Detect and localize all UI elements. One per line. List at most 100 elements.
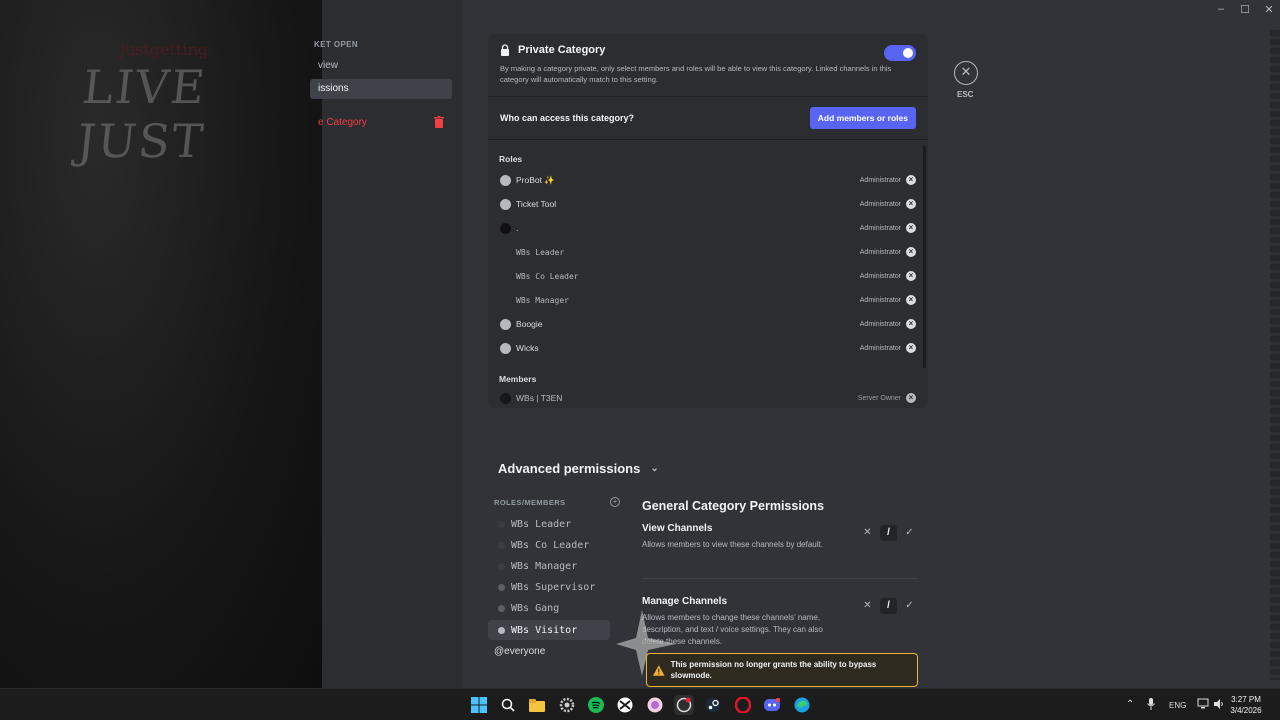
window-edge [1270,30,1280,680]
close-icon[interactable]: ✕ [954,61,978,85]
role-permission: Administrator [859,248,901,256]
role-row: WBs Leader Administrator × [488,240,928,264]
clock-time: 3:27 PM [1231,695,1261,704]
private-category-toggle[interactable] [884,45,916,61]
volume-icon[interactable] [1213,698,1225,712]
role-permission: Administrator [859,176,901,184]
slowmode-warning: This permission no longer grants the abi… [646,653,918,687]
role-name: WBs Manager [516,295,569,305]
private-category-title: Private Category [518,44,606,56]
role-row: WBs Manager Administrator × [488,288,928,312]
maximize-button[interactable]: ☐ [1237,3,1253,16]
remove-icon[interactable]: × [906,295,916,305]
language-indicator[interactable]: ENG [1169,701,1186,710]
role-list-name: WBs Leader [511,518,572,530]
app-icon[interactable] [645,695,665,715]
member-row: WBs | T3EN Server Owner × [488,388,928,408]
sidebar-item-overview[interactable]: view [310,56,452,76]
role-list-name: WBs Gang [511,602,560,614]
sidebar-item-permissions[interactable]: issions [310,79,452,99]
role-permission: Administrator [859,200,901,208]
role-row: Wicks Administrator × [488,336,928,360]
divider [642,578,918,579]
neutral-icon[interactable]: / [880,525,897,541]
role-permission: Administrator [859,320,901,328]
roles-label: Roles [499,154,523,164]
trash-icon[interactable] [434,116,444,128]
advanced-permissions-header[interactable]: Advanced permissions ⌄ [498,461,659,476]
clock[interactable]: 3:27 PM 3/4/2026 [1226,694,1266,716]
remove-icon[interactable]: × [906,393,916,403]
sidebar-header: KET OPEN [314,40,359,49]
start-icon[interactable] [469,695,489,715]
access-list-scrollbar[interactable] [923,146,926,368]
role-name: . [516,223,519,233]
deny-icon[interactable]: ✕ [859,525,876,541]
role-color-icon [500,247,511,258]
role-name: Boogie [516,319,543,329]
role-color-dot [498,626,505,634]
remove-icon[interactable]: × [906,199,916,209]
role-color-dot [498,520,505,528]
private-category-header: Private Category By making a category pr… [488,34,928,96]
role-name: Ticket Tool [516,199,557,209]
permission-manage-channels: Manage Channels Allows members to change… [642,596,918,648]
esc-label: ESC [957,90,974,99]
warning-text: This permission no longer grants the abi… [670,660,877,680]
permission-tristate: ✕ / ✓ [859,598,918,614]
edge-icon[interactable] [792,695,812,715]
remove-icon[interactable]: × [906,223,916,233]
close-window-button[interactable]: ✕ [1261,3,1277,16]
remove-icon[interactable]: × [906,343,916,353]
role-color-dot [498,562,505,570]
role-list-item[interactable]: WBs Co Leader [488,535,610,555]
network-icon[interactable] [1197,698,1209,712]
opera-icon[interactable] [733,695,753,715]
role-permission: Administrator [859,296,901,304]
search-icon[interactable] [498,695,518,715]
role-color-dot [498,604,505,612]
role-color-icon [500,271,511,282]
file-explorer-icon[interactable] [527,695,547,715]
access-row: Who can access this category? Add member… [488,97,928,139]
deny-icon[interactable]: ✕ [859,598,876,614]
neutral-icon[interactable]: / [880,598,897,614]
steam-icon[interactable] [703,695,723,715]
role-list-item[interactable]: WBs Manager [488,556,610,576]
microphone-icon[interactable] [1147,698,1155,712]
main-content: Private Category By making a category pr… [462,0,1280,688]
minimize-button[interactable]: – [1213,3,1229,15]
settings-icon[interactable] [557,695,577,715]
permission-view-channels: View Channels Allows members to view the… [642,523,918,551]
role-row: ProBot ✨ Administrator × [488,168,928,192]
everyone-item[interactable]: @everyone [494,646,545,657]
remove-icon[interactable]: × [906,247,916,257]
access-list: Roles ProBot ✨ Administrator × Ticket To… [488,146,928,408]
role-list-item[interactable]: WBs Gang [488,598,610,618]
general-category-permissions-title: General Category Permissions [642,499,825,513]
remove-icon[interactable]: × [906,175,916,185]
spotify-icon[interactable] [586,695,606,715]
remove-icon[interactable]: × [906,271,916,281]
discord-icon[interactable] [762,695,782,715]
role-list-name: WBs Manager [511,560,578,572]
taskbar: ⌃ ENG 3:27 PM 3/4/2026 [0,688,1280,720]
app-active-icon[interactable] [674,695,694,715]
advanced-permissions-title: Advanced permissions [498,461,641,476]
tray-chevron-icon[interactable]: ⌃ [1126,699,1134,710]
allow-icon[interactable]: ✓ [901,525,918,541]
role-list-item[interactable]: WBs Supervisor [488,577,610,597]
role-list-item[interactable]: WBs Leader [488,514,610,534]
role-list-item-selected[interactable]: WBs Visitor [488,620,610,640]
add-members-or-roles-button[interactable]: Add members or roles [809,107,916,129]
add-role-icon[interactable]: + [610,497,620,507]
allow-icon[interactable]: ✓ [901,598,918,614]
role-color-dot [498,541,505,549]
grunge-subtitle: justgetting [120,40,209,59]
role-name: WBs Co Leader [516,271,579,281]
sidebar-item-delete-category[interactable]: e Category [310,113,452,133]
remove-icon[interactable]: × [906,319,916,329]
members-label: Members [499,374,537,384]
permission-tristate: ✕ / ✓ [859,525,918,541]
xbox-icon[interactable] [615,695,635,715]
